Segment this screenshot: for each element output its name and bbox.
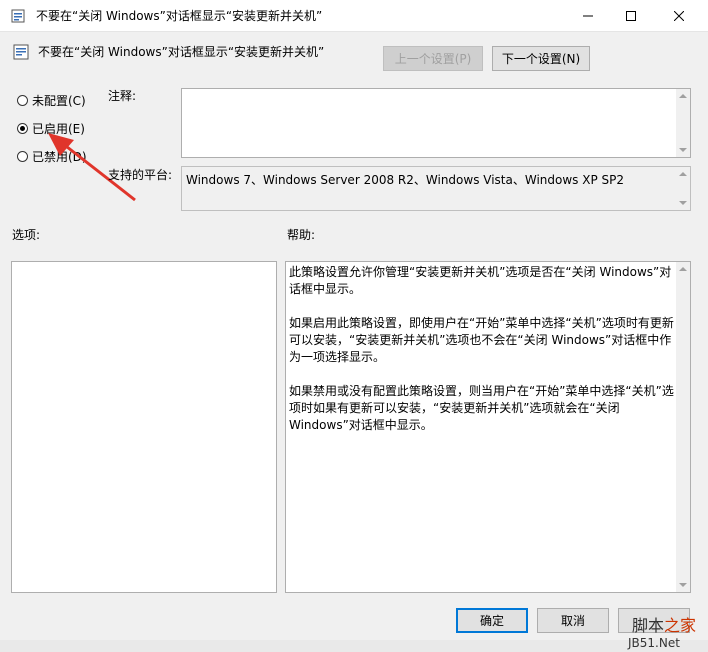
radio-circle[interactable] (17, 95, 28, 106)
help-paragraph: 如果启用此策略设置，即使用户在“开始”菜单中选择“关机”选项时有更新可以安装，“… (289, 316, 674, 364)
comment-textarea[interactable] (181, 88, 691, 158)
options-pane (11, 261, 277, 593)
close-icon (674, 10, 684, 21)
scroll-down-icon (679, 201, 687, 205)
minimize-icon (583, 15, 593, 16)
close-button[interactable] (656, 0, 702, 31)
comment-label: 注释: (108, 89, 137, 103)
scroll-up-icon (679, 172, 687, 176)
maximize-button[interactable] (608, 0, 654, 31)
platform-label: 支持的平台: (108, 168, 173, 182)
watermark-logo: 脚本之家 (632, 612, 696, 636)
policy-title: 不要在“关闭 Windows”对话框显示“安装更新并关机” (38, 45, 325, 59)
next-setting-button[interactable]: 下一个设置(N) (492, 46, 590, 71)
radio-label: 未配置(C) (32, 94, 86, 108)
ok-button[interactable]: 确定 (456, 608, 528, 633)
help-label: 帮助: (287, 228, 316, 242)
radio-circle[interactable] (17, 151, 28, 162)
radio-not-configured[interactable]: 未配置(C) (17, 92, 86, 109)
cancel-button[interactable]: 取消 (537, 608, 609, 633)
maximize-icon (626, 10, 636, 21)
watermark-site: JB51.Net (628, 636, 680, 650)
minimize-button[interactable] (565, 0, 611, 31)
scroll-up-icon (679, 94, 687, 98)
window-title: 不要在“关闭 Windows”对话框显示“安装更新并关机” (36, 9, 323, 23)
options-label: 选项: (12, 228, 41, 242)
platform-scrollbar[interactable] (676, 167, 690, 210)
previous-setting-button[interactable]: 上一个设置(P) (383, 46, 483, 71)
policy-window-icon (11, 9, 25, 23)
background-strip (0, 640, 708, 652)
scroll-down-icon (679, 583, 687, 587)
help-paragraph: 此策略设置允许你管理“安装更新并关机”选项是否在“关闭 Windows”对话框中… (289, 265, 672, 296)
help-text: 此策略设置允许你管理“安装更新并关机”选项是否在“关闭 Windows”对话框中… (289, 264, 675, 451)
scroll-up-icon (679, 267, 687, 271)
watermark-b: 之家 (664, 616, 697, 635)
policy-setting-icon (13, 44, 29, 60)
platform-value: Windows 7、Windows Server 2008 R2、Windows… (186, 173, 625, 187)
scroll-down-icon (679, 148, 687, 152)
comment-scrollbar[interactable] (676, 89, 690, 157)
help-scrollbar[interactable] (676, 262, 690, 592)
radio-circle[interactable] (17, 123, 28, 134)
watermark-a: 脚本 (632, 616, 665, 635)
help-paragraph: 如果禁用或没有配置此策略设置，则当用户在“开始”菜单中选择“关机”选项时如果有更… (289, 384, 674, 432)
